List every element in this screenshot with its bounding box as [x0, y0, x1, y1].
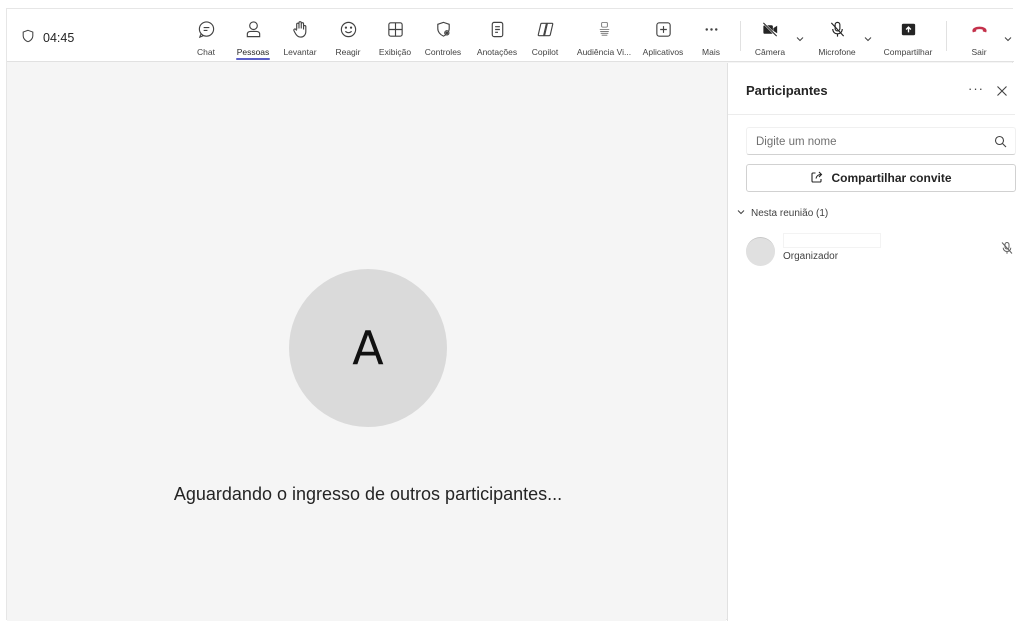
participant-avatar	[746, 237, 775, 266]
share-screen-icon	[899, 20, 918, 44]
chat-button[interactable]: Chat	[179, 20, 233, 57]
raise-hand-label: Levantar	[283, 47, 317, 57]
more-label: Mais	[702, 47, 720, 57]
microphone-options-chevron[interactable]	[863, 31, 873, 42]
view-button[interactable]: Exibição	[368, 20, 422, 57]
meeting-toolbar: 04:45 Chat Pessoas Levantar Reagir Exibi…	[7, 9, 1014, 62]
participant-row[interactable]: Organizador	[746, 233, 1016, 269]
shield-icon	[21, 29, 35, 46]
people-label: Pessoas	[236, 47, 270, 57]
panel-divider	[728, 114, 1015, 115]
participant-name	[783, 233, 881, 248]
view-icon	[386, 20, 405, 44]
avatar-initial: A	[352, 321, 384, 375]
notes-label: Anotações	[476, 47, 518, 57]
camera-off-icon	[761, 20, 780, 44]
controls-button[interactable]: Controles	[416, 20, 470, 57]
react-icon	[339, 20, 358, 44]
apps-button[interactable]: Aplicativos	[636, 20, 690, 57]
copilot-icon	[536, 20, 555, 44]
audience-icon	[595, 20, 614, 44]
participant-search	[746, 127, 1016, 155]
meeting-window: 04:45 Chat Pessoas Levantar Reagir Exibi…	[6, 8, 1016, 621]
participants-panel: Participantes ··· Compartilhar convite N…	[727, 63, 1016, 621]
share-invite-label: Compartilhar convite	[831, 171, 952, 185]
apps-icon	[654, 20, 673, 44]
copilot-button[interactable]: Copilot	[518, 20, 572, 57]
user-avatar: A	[289, 269, 447, 427]
people-icon	[244, 20, 263, 44]
share-screen-button[interactable]: Compartilhar	[876, 20, 940, 57]
raise-hand-button[interactable]: Levantar	[273, 20, 327, 57]
react-button[interactable]: Reagir	[321, 20, 375, 57]
chat-icon	[197, 20, 216, 44]
leave-label: Sair	[971, 47, 987, 57]
microphone-label: Microfone	[818, 47, 856, 57]
apps-label: Aplicativos	[642, 47, 684, 57]
audience-button[interactable]: Audiência Vi...	[569, 20, 639, 57]
microphone-off-icon	[1000, 241, 1014, 255]
close-icon[interactable]	[996, 84, 1008, 96]
controls-icon	[434, 20, 453, 44]
panel-title: Participantes	[746, 83, 828, 98]
share-screen-label: Compartilhar	[883, 47, 933, 57]
chevron-down-icon	[737, 208, 745, 219]
microphone-off-icon	[828, 20, 847, 44]
panel-more-options[interactable]: ···	[968, 81, 984, 96]
controls-label: Controles	[424, 47, 462, 57]
meeting-stage: A Aguardando o ingresso de outros partic…	[7, 63, 726, 621]
react-label: Reagir	[335, 47, 361, 57]
view-label: Exibição	[378, 47, 412, 57]
more-button[interactable]: Mais	[684, 20, 738, 57]
toolbar-divider	[740, 21, 741, 51]
notes-icon	[488, 20, 507, 44]
in-meeting-section-toggle[interactable]: Nesta reunião (1)	[737, 208, 828, 219]
raise-hand-icon	[291, 20, 310, 44]
camera-options-chevron[interactable]	[795, 31, 805, 42]
meeting-timer: 04:45	[21, 29, 74, 46]
search-icon[interactable]	[994, 135, 1007, 148]
share-icon	[810, 170, 824, 187]
section-label: Nesta reunião (1)	[751, 208, 829, 219]
timer-text: 04:45	[43, 30, 75, 45]
microphone-button[interactable]: Microfone	[810, 20, 864, 57]
copilot-label: Copilot	[531, 47, 559, 57]
participant-role: Organizador	[783, 251, 839, 262]
audience-label: Audiência Vi...	[576, 47, 632, 57]
more-icon	[702, 20, 721, 44]
toolbar-divider-2	[946, 21, 947, 51]
camera-button[interactable]: Câmera	[743, 20, 797, 57]
hang-up-icon	[970, 20, 989, 44]
waiting-message: Aguardando o ingresso de outros particip…	[173, 484, 563, 504]
people-button[interactable]: Pessoas	[226, 20, 280, 60]
share-invite-button[interactable]: Compartilhar convite	[746, 164, 1016, 192]
leave-options-chevron[interactable]	[1003, 31, 1013, 42]
chat-label: Chat	[197, 47, 215, 57]
camera-label: Câmera	[754, 47, 786, 57]
leave-button[interactable]: Sair	[952, 20, 1006, 57]
search-input[interactable]	[756, 133, 976, 151]
notes-button[interactable]: Anotações	[470, 20, 524, 57]
